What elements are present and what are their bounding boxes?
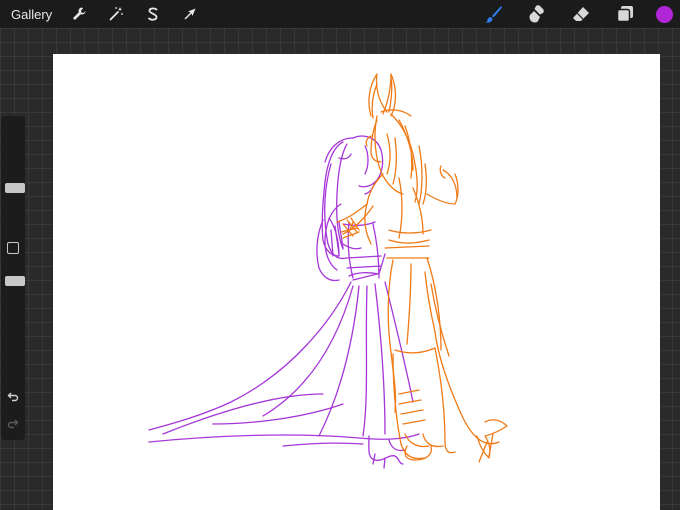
undo-icon: [7, 392, 19, 402]
color-picker-button[interactable]: [656, 5, 673, 23]
eraser-icon: [573, 7, 589, 21]
redo-button[interactable]: [5, 416, 21, 432]
orange-figure-sketch: [336, 73, 508, 463]
brush-size-handle[interactable]: [5, 183, 25, 194]
right-toolbar: [462, 0, 680, 28]
opacity-handle[interactable]: [5, 276, 25, 287]
gallery-button[interactable]: Gallery: [11, 7, 52, 22]
left-sidebar: [1, 116, 25, 440]
brush-icon: [485, 6, 502, 23]
top-toolbar: Gallery: [0, 0, 680, 28]
drawing-canvas[interactable]: [53, 54, 660, 510]
actions-button[interactable]: [66, 1, 92, 27]
modify-button[interactable]: [7, 242, 19, 254]
selection-icon: [148, 7, 158, 21]
transform-button[interactable]: [177, 1, 203, 27]
opacity-slider[interactable]: [3, 262, 25, 366]
eraser-button[interactable]: [568, 1, 594, 27]
smudge-icon: [529, 5, 544, 23]
wrench-icon: [73, 7, 86, 20]
adjustments-button[interactable]: [103, 1, 129, 27]
layers-icon: [616, 6, 633, 23]
purple-figure-sketch: [148, 135, 420, 469]
brush-size-slider[interactable]: [3, 122, 25, 226]
brush-button[interactable]: [480, 1, 506, 27]
undo-button[interactable]: [5, 389, 21, 405]
smudge-button[interactable]: [524, 1, 550, 27]
selection-button[interactable]: [140, 1, 166, 27]
sketch-artwork: [148, 73, 508, 469]
magic-wand-icon: [109, 7, 124, 21]
layers-button[interactable]: [612, 1, 638, 27]
redo-icon: [7, 419, 19, 429]
transform-arrow-icon: [184, 8, 196, 20]
